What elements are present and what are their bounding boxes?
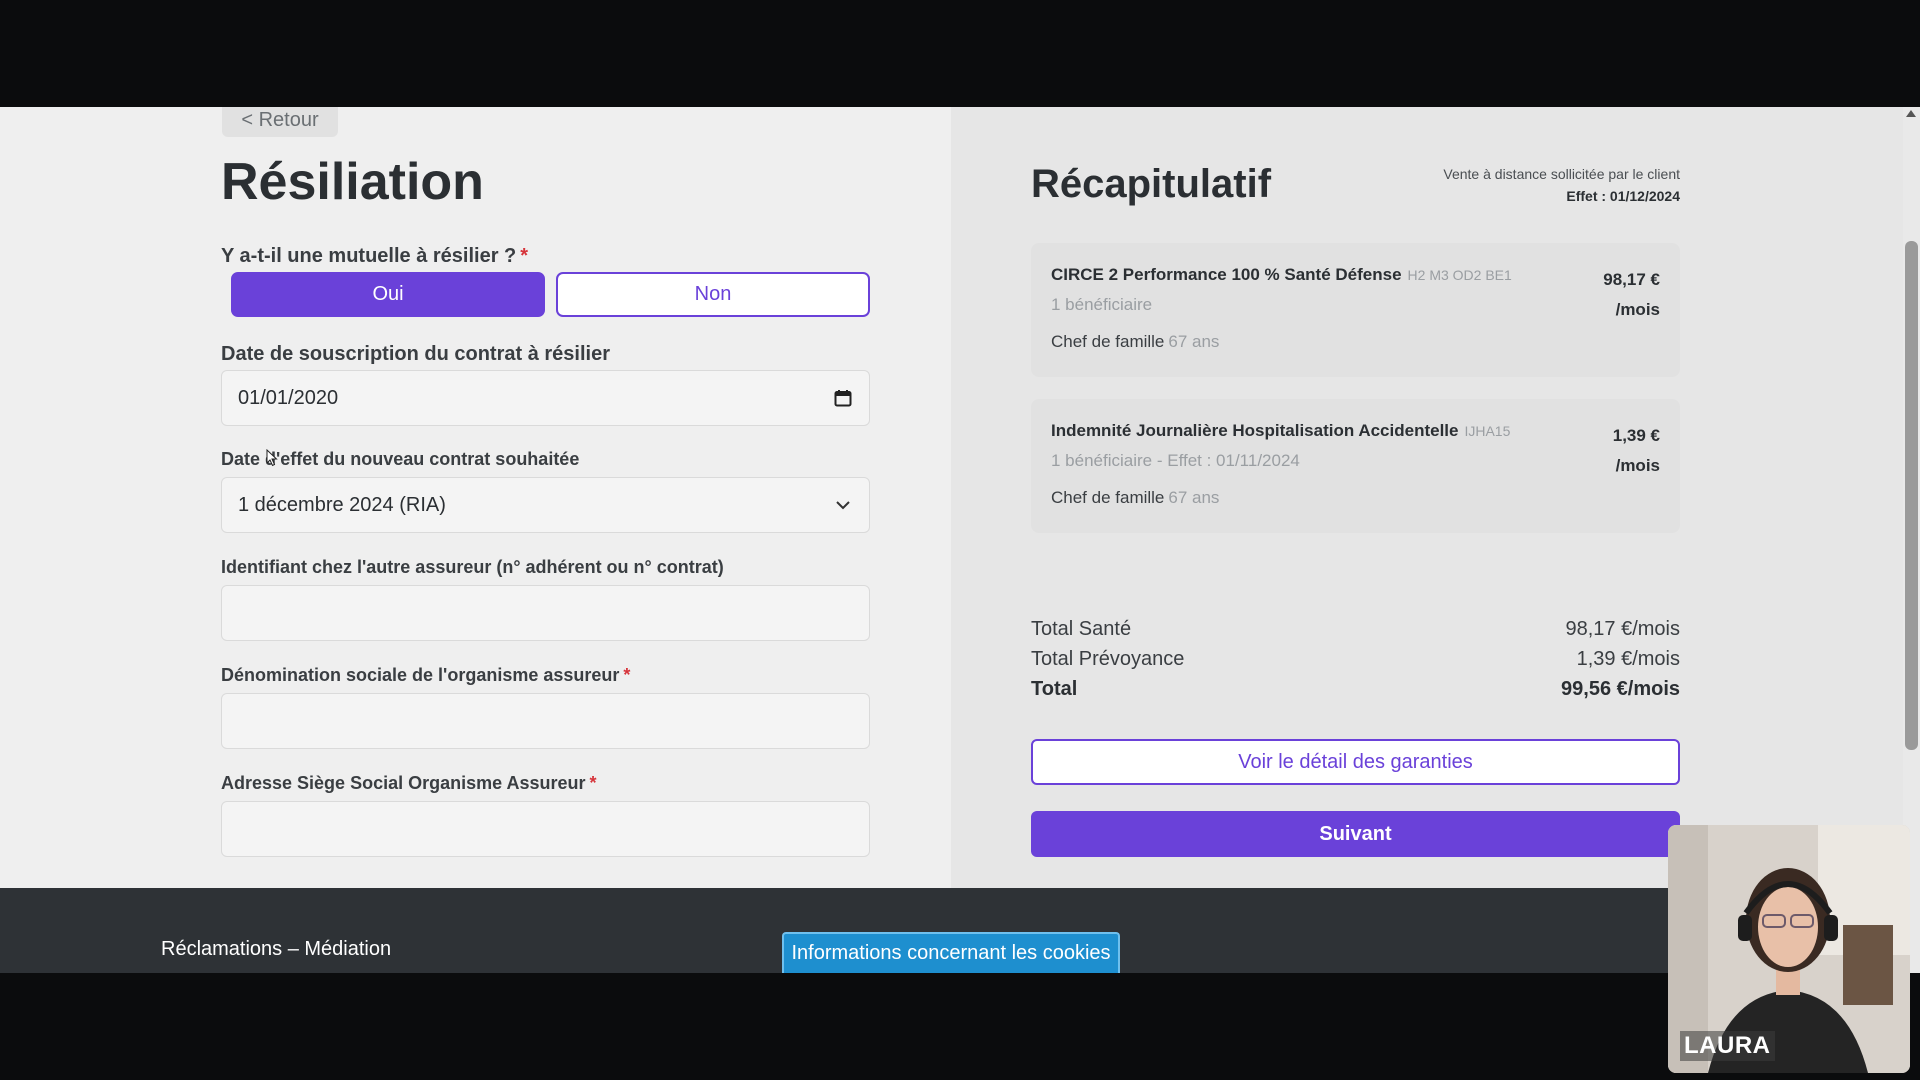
bottom-black-bar xyxy=(0,973,1920,1080)
product-beneficiaries: 1 bénéficiaire - Effet : 01/11/2024 xyxy=(1051,451,1300,470)
insurer-name-label: Dénomination sociale de l'organisme assu… xyxy=(221,665,630,686)
sale-mode-text: Vente à distance sollicitée par le clien… xyxy=(1443,166,1680,182)
total-row-grand: Total 99,56 €/mois xyxy=(1031,674,1680,704)
yes-toggle-button[interactable]: Oui xyxy=(231,272,545,317)
price-amount: 1,39 € xyxy=(1612,426,1660,445)
beneficiary-role: Chef de famille xyxy=(1051,488,1165,507)
total-row-health: Total Santé 98,17 €/mois xyxy=(1031,614,1680,644)
price-amount: 98,17 € xyxy=(1603,270,1660,289)
product-beneficiary: Chef de famille 67 ans xyxy=(1051,488,1219,508)
scroll-up-arrow-icon[interactable] xyxy=(1906,110,1916,117)
effect-date-select[interactable]: 1 décembre 2024 (RIA) xyxy=(221,477,870,533)
insurer-name-input[interactable] xyxy=(221,693,870,749)
cookies-info-button[interactable]: Informations concernant les cookies xyxy=(782,932,1120,973)
required-marker: * xyxy=(520,245,529,267)
insurer-name-textbox[interactable] xyxy=(238,708,853,734)
product-code: H2 M3 OD2 BE1 xyxy=(1407,267,1512,283)
product-price: 1,39 € /mois xyxy=(1613,421,1660,481)
sale-info: Vente à distance sollicitée par le clien… xyxy=(1443,163,1680,207)
complaints-mediation-link[interactable]: Réclamations – Médiation xyxy=(161,938,391,961)
required-marker: * xyxy=(589,773,597,793)
product-price: 98,17 € /mois xyxy=(1603,265,1660,325)
product-name-text: CIRCE 2 Performance 100 % Santé Défense xyxy=(1051,265,1402,284)
insurer-id-textbox[interactable] xyxy=(238,600,853,626)
product-name: Indemnité Journalière Hospitalisation Ac… xyxy=(1051,421,1510,441)
total-value: 98,17 €/mois xyxy=(1565,618,1680,640)
mutual-question-text: Y a-t-il une mutuelle à résilier ? xyxy=(221,245,517,267)
form-column: < Retour Résiliation Y a-t-il une mutuel… xyxy=(0,107,951,888)
product-beneficiaries: 1 bénéficiaire xyxy=(1051,295,1153,314)
total-label: Total Santé xyxy=(1031,618,1132,640)
subscription-date-value: 01/01/2020 xyxy=(238,386,339,409)
subscription-date-field[interactable]: 01/01/2020 xyxy=(221,370,870,426)
top-black-bar xyxy=(0,0,1920,107)
chevron-down-icon xyxy=(833,495,853,515)
back-button[interactable]: < Retour xyxy=(222,107,338,137)
beneficiary-role: Chef de famille xyxy=(1051,332,1165,351)
summary-title: Récapitulatif xyxy=(1031,162,1272,206)
scrollbar-thumb[interactable] xyxy=(1905,241,1918,750)
total-value: 99,56 €/mois xyxy=(1561,678,1680,700)
page-title: Résiliation xyxy=(221,153,484,211)
view-guarantees-button[interactable]: Voir le détail des garanties xyxy=(1031,739,1680,785)
required-marker: * xyxy=(623,665,631,685)
product-card: Indemnité Journalière Hospitalisation Ac… xyxy=(1031,399,1680,533)
product-card: CIRCE 2 Performance 100 % Santé Défense H… xyxy=(1031,243,1680,377)
insurer-address-text: Adresse Siège Social Organisme Assureur xyxy=(221,773,586,793)
product-name: CIRCE 2 Performance 100 % Santé Défense H… xyxy=(1051,265,1512,285)
total-value: 1,39 €/mois xyxy=(1576,648,1680,670)
beneficiary-age: 67 ans xyxy=(1168,488,1220,507)
effect-date-text: Effet : 01/12/2024 xyxy=(1566,188,1680,204)
calendar-icon[interactable] xyxy=(833,388,853,408)
no-toggle-button[interactable]: Non xyxy=(556,272,870,317)
insurer-address-input[interactable] xyxy=(221,801,870,857)
site-footer: Réclamations – Médiation Informations co… xyxy=(0,888,1903,973)
insurer-id-input[interactable] xyxy=(221,585,870,641)
effect-date-value: 1 décembre 2024 (RIA) xyxy=(238,493,446,516)
insurer-id-label: Identifiant chez l'autre assureur (n° ad… xyxy=(221,557,724,577)
mouse-cursor-icon xyxy=(266,448,278,472)
product-code: IJHA15 xyxy=(1464,423,1511,439)
mutual-question-label: Y a-t-il une mutuelle à résilier ? * xyxy=(221,245,528,268)
product-beneficiary: Chef de famille 67 ans xyxy=(1051,332,1219,352)
total-row-provident: Total Prévoyance 1,39 €/mois xyxy=(1031,644,1680,674)
insurer-name-text: Dénomination sociale de l'organisme assu… xyxy=(221,665,620,685)
product-name-text: Indemnité Journalière Hospitalisation Ac… xyxy=(1051,421,1459,440)
price-period: /mois xyxy=(1615,300,1660,319)
insurer-address-textbox[interactable] xyxy=(238,816,853,842)
price-period: /mois xyxy=(1615,456,1660,475)
total-label: Total Prévoyance xyxy=(1031,648,1185,670)
page-content: < Retour Résiliation Y a-t-il une mutuel… xyxy=(0,107,1903,888)
webcam-participant-name: LAURA xyxy=(1680,1031,1775,1061)
next-button[interactable]: Suivant xyxy=(1031,811,1680,857)
total-label: Total xyxy=(1031,678,1078,700)
beneficiary-age: 67 ans xyxy=(1168,332,1220,351)
subscription-date-label: Date de souscription du contrat à résili… xyxy=(221,343,610,365)
insurer-address-label: Adresse Siège Social Organisme Assureur * xyxy=(221,773,597,794)
totals-block: Total Santé 98,17 €/mois Total Prévoyance… xyxy=(1031,614,1680,704)
